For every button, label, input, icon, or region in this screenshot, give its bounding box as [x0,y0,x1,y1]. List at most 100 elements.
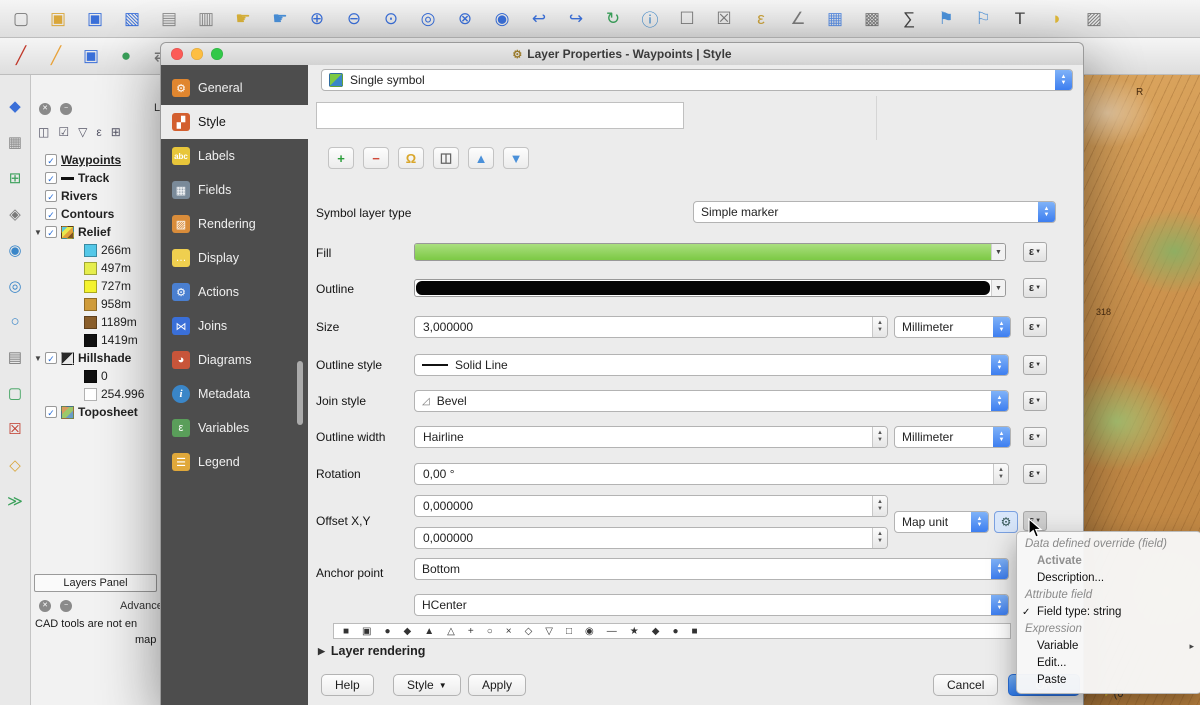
symbol-preview-icon[interactable]: ◆ [652,626,660,637]
symbol-preview-icon[interactable]: ■ [343,626,349,637]
tab-display[interactable]: … Display [161,241,308,275]
add-symbol-layer-button[interactable]: + [328,147,354,169]
map-tips-icon[interactable]: ◗ [1046,9,1068,29]
join-style-select[interactable]: ◿ Bevel ▲▼ [414,390,1009,412]
layer-rendering-section[interactable]: ▶ Layer rendering [318,644,425,658]
dialog-titlebar[interactable]: ⚙ Layer Properties - Waypoints | Style [161,43,1083,66]
expand-arrow-icon[interactable]: ▼ [34,354,45,363]
cancel-button[interactable]: Cancel [933,674,998,696]
layer-visibility-checkbox[interactable]: ✓ [45,208,57,220]
add-oracle-layer-icon[interactable]: ◇ [9,456,21,474]
close-window-button[interactable] [171,48,183,60]
legend-727m[interactable]: 727m [31,277,160,295]
offset-unit-settings-button[interactable]: ⚙ [994,511,1018,533]
float-panel-icon[interactable]: ✕ [39,600,51,612]
minimize-window-button[interactable] [191,48,203,60]
move-layer-down-button[interactable]: ▼ [503,147,529,169]
symbol-preview-icon[interactable]: ◆ [404,626,412,637]
zoom-out-icon[interactable]: ⊖ [343,9,365,29]
expand-all-icon[interactable]: ⊞ [111,125,121,139]
layer-visibility-checkbox[interactable]: ✓ [45,352,57,364]
new-composer-icon[interactable]: ▤ [158,9,180,29]
legend-266m[interactable]: 266m [31,241,160,259]
tab-rendering[interactable]: ▨ Rendering [161,207,308,241]
float-panel-icon[interactable]: ✕ [39,103,51,115]
add-wms-layer-icon[interactable]: ◉ [8,241,21,259]
add-raster-layer-icon[interactable]: ▦ [8,133,22,151]
layer-visibility-checkbox[interactable]: ✓ [45,154,57,166]
menu-item-variable[interactable]: Variable ▸ [1017,638,1200,655]
size-input[interactable]: 3,000000 ▲▼ [414,316,888,338]
menu-item-edit[interactable]: Edit... [1017,655,1200,672]
layer-visibility-checkbox[interactable]: ✓ [45,172,57,184]
layer-row-relief[interactable]: ▼ ✓ Relief [31,223,160,241]
menu-item-description[interactable]: Description... [1017,570,1200,587]
move-layer-up-button[interactable]: ▲ [468,147,494,169]
symbol-preview-icon[interactable]: + [468,626,474,637]
open-project-icon[interactable]: ▣ [47,9,69,29]
lock-color-button[interactable]: Ω [398,147,424,169]
close-panel-icon[interactable]: − [60,103,72,115]
tab-style[interactable]: ▞ Style [161,105,308,139]
new-layer-icon[interactable]: ▨ [1083,9,1105,29]
symbol-preview-icon[interactable]: ★ [630,626,639,637]
symbol-preview-icon[interactable]: ▲ [424,626,434,637]
outline-color-button[interactable]: ▼ [414,279,1006,297]
symbol-preview-icon[interactable]: — [607,626,617,637]
add-postgis-layer-icon[interactable]: ⊞ [9,169,22,187]
save-project-as-icon[interactable]: ▧ [121,9,143,29]
tab-general[interactable]: ⚙ General [161,71,308,105]
layers-panel-tab[interactable]: Layers Panel [34,574,157,592]
collapse-arrow-icon[interactable]: ▶ [318,646,325,657]
layer-visibility-checkbox[interactable]: ✓ [45,226,57,238]
filter-legend-icon[interactable]: ▽ [78,125,87,139]
symbol-preview-icon[interactable]: ● [385,626,391,637]
stepper-icon[interactable]: ▲▼ [872,427,887,447]
tab-diagrams[interactable]: ◕ Diagrams [161,343,308,377]
new-project-icon[interactable]: ▢ [10,9,32,29]
layer-row-track[interactable]: ✓ Track [31,169,160,187]
show-bookmarks-icon[interactable]: ⚐ [972,9,994,29]
identify-features-icon[interactable]: ⓘ [639,6,661,31]
tab-variables[interactable]: ε Variables [161,411,308,445]
zoom-window-button[interactable] [211,48,223,60]
stepper-icon[interactable]: ▲▼ [872,496,887,516]
stepper-icon[interactable]: ▲▼ [872,528,887,548]
save-project-icon[interactable]: ▣ [84,9,106,29]
legend-958m[interactable]: 958m [31,295,160,313]
layer-visibility-checkbox[interactable]: ✓ [45,406,57,418]
deselect-features-icon[interactable]: ☒ [713,9,735,29]
tab-actions[interactable]: ⚙ Actions [161,275,308,309]
outline-data-defined-button[interactable]: ε▼ [1023,278,1047,298]
zoom-native-icon[interactable]: ⊙ [380,9,402,29]
outline-width-data-defined-button[interactable]: ε▼ [1023,427,1047,447]
toggle-editing-icon[interactable]: ╱ [45,46,67,66]
size-unit-select[interactable]: Millimeter ▲▼ [894,316,1011,338]
anchor-vertical-select[interactable]: Bottom ▲▼ [414,558,1009,580]
menu-item-paste[interactable]: Paste [1017,672,1200,689]
renderer-type-select[interactable]: Single symbol ▲▼ [321,69,1073,91]
outline-style-data-defined-button[interactable]: ε▼ [1023,355,1047,375]
duplicate-symbol-layer-button[interactable]: ◫ [433,147,459,169]
layer-row-waypoints[interactable]: ✓ Waypoints [31,151,160,169]
symbol-preview-icon[interactable]: ▽ [545,626,553,637]
field-calculator-icon[interactable]: ▩ [861,9,883,29]
add-vector-layer-icon[interactable]: ◆ [9,97,21,115]
zoom-full-icon[interactable]: ◎ [417,9,439,29]
tab-metadata[interactable]: i Metadata [161,377,308,411]
text-annotation-icon[interactable]: T [1009,9,1031,29]
outline-width-unit-select[interactable]: Millimeter ▲▼ [894,426,1011,448]
pan-map-icon[interactable]: ☛ [232,9,254,29]
anchor-horizontal-select[interactable]: HCenter ▲▼ [414,594,1009,616]
add-spatialite-layer-icon[interactable]: ◈ [9,205,21,223]
remove-layer-icon[interactable]: ☒ [8,420,21,438]
symbol-layers-tree[interactable] [316,102,684,129]
select-by-expression-icon[interactable]: ε [750,9,772,29]
legend-1419m[interactable]: 1419m [31,331,160,349]
zoom-next-icon[interactable]: ↪ [565,9,587,29]
symbol-preview-icon[interactable]: × [506,626,512,637]
zoom-in-icon[interactable]: ⊕ [306,9,328,29]
sidebar-scrollbar[interactable] [297,361,303,425]
zoom-to-layer-icon[interactable]: ◉ [491,9,513,29]
map-refresh-icon[interactable]: ↻ [602,9,624,29]
